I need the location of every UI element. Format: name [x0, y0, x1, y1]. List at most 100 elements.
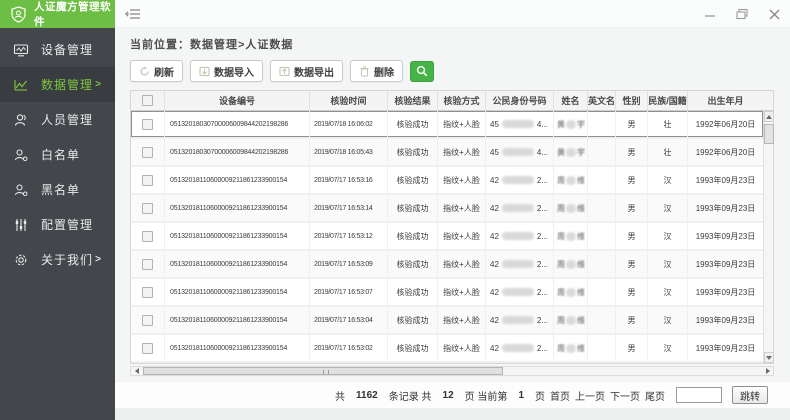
col-header-name[interactable]: 姓名 [554, 91, 588, 110]
cell-device-no: 05132018110600009211861233900154 [165, 195, 310, 221]
table-row[interactable]: 05132018030700006009844202198286 2019/07… [131, 139, 763, 167]
id-prefix: 45 [490, 148, 499, 157]
row-checkbox-cell [131, 111, 165, 137]
cell-verify-time: 2019/07/17 16:53:07 [310, 279, 388, 305]
delete-button[interactable]: 删除 [350, 60, 403, 82]
triangle-right-icon [766, 368, 770, 374]
sidebar-item-device-management[interactable]: 设备管理 [0, 32, 115, 67]
row-checkbox[interactable] [142, 315, 153, 326]
cell-ethnicity: 壮 [648, 139, 688, 165]
app-title: 人证魔方管理软件 [34, 0, 115, 29]
table-body: 05132018030700006009844202198286 2019/07… [131, 111, 773, 363]
sidebar-item-label: 数据管理 [41, 76, 93, 93]
col-header-verify-method[interactable]: 核验方式 [438, 91, 486, 110]
table-row[interactable]: 05132018110600009211861233900154 2019/07… [131, 223, 763, 251]
triangle-up-icon [766, 115, 772, 119]
scroll-up-arrow[interactable] [764, 111, 774, 122]
id-prefix: 42 [490, 344, 499, 353]
sidebar-item-data-management[interactable]: 数据管理 > [0, 67, 115, 102]
search-button[interactable] [410, 61, 434, 82]
row-checkbox[interactable] [142, 287, 153, 298]
col-header-ethnicity[interactable]: 民族/国籍 [648, 91, 688, 110]
table-row[interactable]: 05132018110600009211861233900154 2019/07… [131, 279, 763, 307]
scroll-right-arrow[interactable] [762, 367, 773, 375]
name-last-char: 维 [577, 287, 585, 298]
cell-birth-date: 1992年06月20日 [688, 111, 763, 137]
cell-verify-result: 核验成功 [388, 335, 438, 361]
sidebar-item-config-management[interactable]: 配置管理 [0, 207, 115, 242]
scroll-down-arrow[interactable] [764, 352, 774, 363]
vertical-scrollbar[interactable] [763, 111, 773, 363]
cell-citizen-id: 45 4... [486, 111, 554, 137]
col-header-english-name[interactable]: 英文名 [588, 91, 616, 110]
main-content: 当前位置：数据管理>人证数据 刷新 数据导入 数据导出 [115, 28, 790, 420]
data-export-button[interactable]: 数据导出 [270, 60, 343, 82]
minimize-button[interactable] [702, 6, 718, 22]
prev-page-link[interactable]: 上一页 [575, 388, 605, 403]
table-row[interactable]: 05132018030700006009844202198286 2019/07… [131, 111, 763, 139]
pagination-label-page: 页 [535, 388, 545, 403]
cell-ethnicity: 汉 [648, 195, 688, 221]
first-page-link[interactable]: 首页 [550, 388, 570, 403]
vertical-scroll-thumb[interactable] [764, 124, 774, 144]
cell-birth-date: 1993年09月23日 [688, 335, 763, 361]
cell-birth-date: 1993年09月23日 [688, 167, 763, 193]
row-checkbox[interactable] [142, 231, 153, 242]
sidebar-item-personnel-management[interactable]: 人员管理 [0, 102, 115, 137]
minimize-icon [704, 8, 716, 20]
shield-person-icon [10, 6, 27, 23]
sidebar-collapse-button[interactable] [125, 7, 141, 21]
row-checkbox[interactable] [142, 259, 153, 270]
id-suffix: 2... [537, 344, 548, 353]
cell-english-name [588, 335, 616, 361]
page-jump-button[interactable]: 跳转 [732, 386, 768, 404]
col-header-birth-date[interactable]: 出生年月 [688, 91, 763, 110]
horizontal-scrollbar[interactable] [130, 366, 774, 376]
table-row[interactable]: 05132018110600009211861233900154 2019/07… [131, 251, 763, 279]
horizontal-scroll-thumb[interactable] [143, 367, 503, 375]
sidebar-item-blacklist[interactable]: 黑名单 [0, 172, 115, 207]
table-row[interactable]: 05132018110600009211861233900154 2019/07… [131, 307, 763, 335]
cell-english-name [588, 167, 616, 193]
maximize-button[interactable] [734, 6, 750, 22]
cell-gender: 男 [616, 279, 648, 305]
page-jump-input[interactable] [676, 387, 722, 403]
col-header-verify-time[interactable]: 核验时间 [310, 91, 388, 110]
app-logo: 人证魔方管理软件 [0, 0, 115, 28]
refresh-label: 刷新 [154, 64, 174, 79]
cell-citizen-id: 42 2... [486, 195, 554, 221]
name-first-char: 黄 [557, 119, 565, 130]
row-checkbox[interactable] [142, 147, 153, 158]
last-page-link[interactable]: 尾页 [645, 388, 665, 403]
row-checkbox[interactable] [142, 119, 153, 130]
table-row[interactable]: 05132018110600009211861233900154 2019/07… [131, 195, 763, 223]
cell-gender: 男 [616, 167, 648, 193]
refresh-button[interactable]: 刷新 [130, 60, 183, 82]
select-all-checkbox[interactable] [142, 95, 153, 106]
cell-verify-method: 指纹+人脸 [438, 279, 486, 305]
row-checkbox-cell [131, 195, 165, 221]
window-controls [702, 0, 782, 28]
row-checkbox[interactable] [142, 203, 153, 214]
row-checkbox[interactable] [142, 175, 153, 186]
next-page-link[interactable]: 下一页 [610, 388, 640, 403]
table-row[interactable]: 05132018110600009211861233900154 2019/07… [131, 167, 763, 195]
sidebar-item-label: 配置管理 [41, 216, 93, 233]
cell-name: 周 维 [554, 167, 588, 193]
redaction-blur [566, 316, 576, 325]
cell-gender: 男 [616, 195, 648, 221]
row-checkbox[interactable] [142, 343, 153, 354]
window-titlebar [115, 0, 790, 28]
sidebar-item-whitelist[interactable]: 白名单 [0, 137, 115, 172]
data-import-button[interactable]: 数据导入 [190, 60, 263, 82]
close-button[interactable] [766, 6, 782, 22]
import-icon [199, 66, 210, 77]
scroll-left-arrow[interactable] [131, 367, 142, 375]
table-row[interactable]: 05132018110600009211861233900154 2019/07… [131, 335, 763, 363]
col-header-gender[interactable]: 性别 [616, 91, 648, 110]
col-header-device-no[interactable]: 设备编号 [165, 91, 310, 110]
sidebar-item-about-us[interactable]: 关于我们 > [0, 242, 115, 277]
col-header-verify-result[interactable]: 核验结果 [388, 91, 438, 110]
name-last-char: 维 [577, 203, 585, 214]
col-header-citizen-id[interactable]: 公民身份号码 [486, 91, 554, 110]
